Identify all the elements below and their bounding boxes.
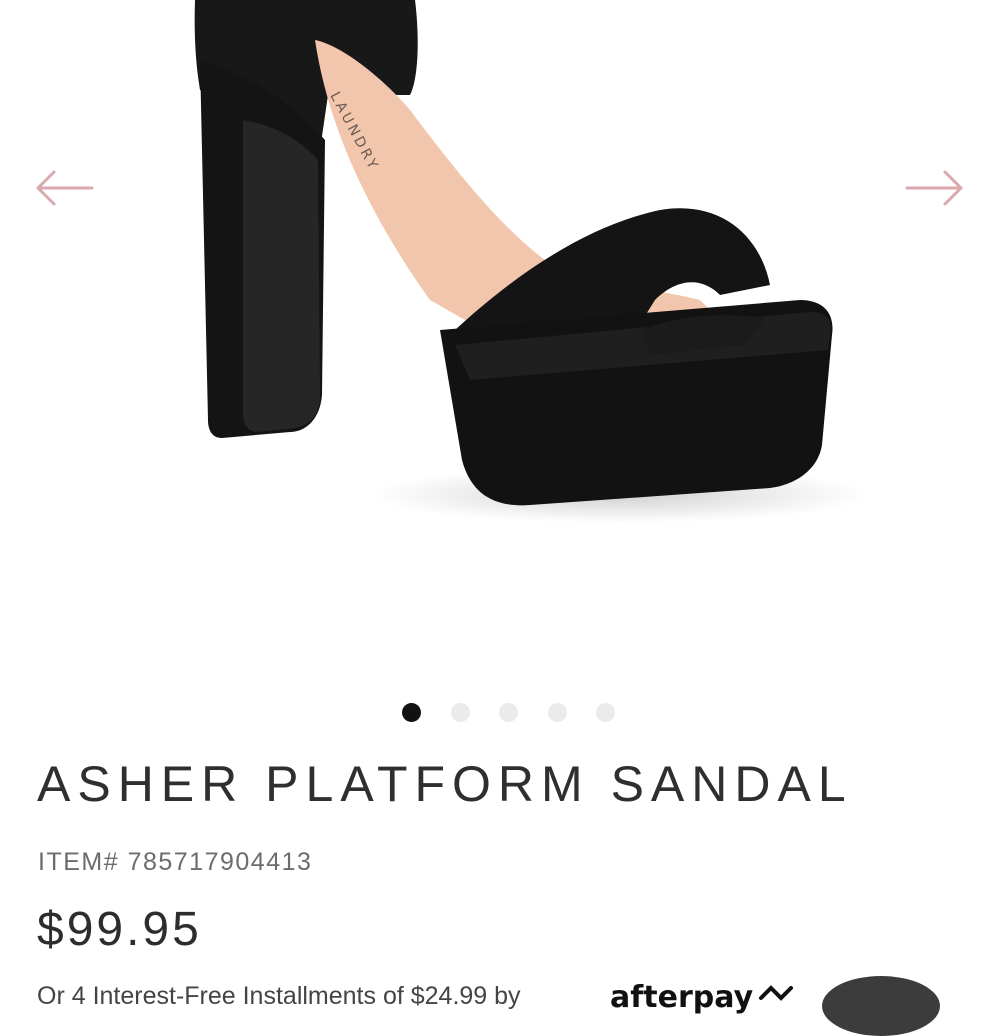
chat-button[interactable] (822, 976, 940, 1036)
product-gallery: LAUNDRY (0, 0, 1000, 690)
afterpay-logo[interactable]: afterpay (610, 980, 753, 1015)
arrow-right-icon[interactable] (905, 160, 965, 216)
arrow-left-icon[interactable] (34, 160, 94, 216)
product-price: $99.95 (37, 903, 202, 956)
gallery-dot-5[interactable] (596, 702, 615, 722)
gallery-pagination (402, 700, 615, 724)
gallery-dot-3[interactable] (499, 702, 518, 722)
afterpay-badge-icon (759, 985, 793, 1001)
gallery-dot-4[interactable] (547, 702, 567, 722)
item-number: ITEM# 785717904413 (38, 848, 313, 876)
gallery-dot-1[interactable] (402, 702, 421, 722)
installments-text: Or 4 Interest-Free Installments of $24.9… (37, 982, 521, 1010)
gallery-dot-2[interactable] (450, 702, 470, 722)
product-title: ASHER PLATFORM SANDAL (37, 756, 853, 812)
product-image: LAUNDRY (194, 0, 870, 523)
